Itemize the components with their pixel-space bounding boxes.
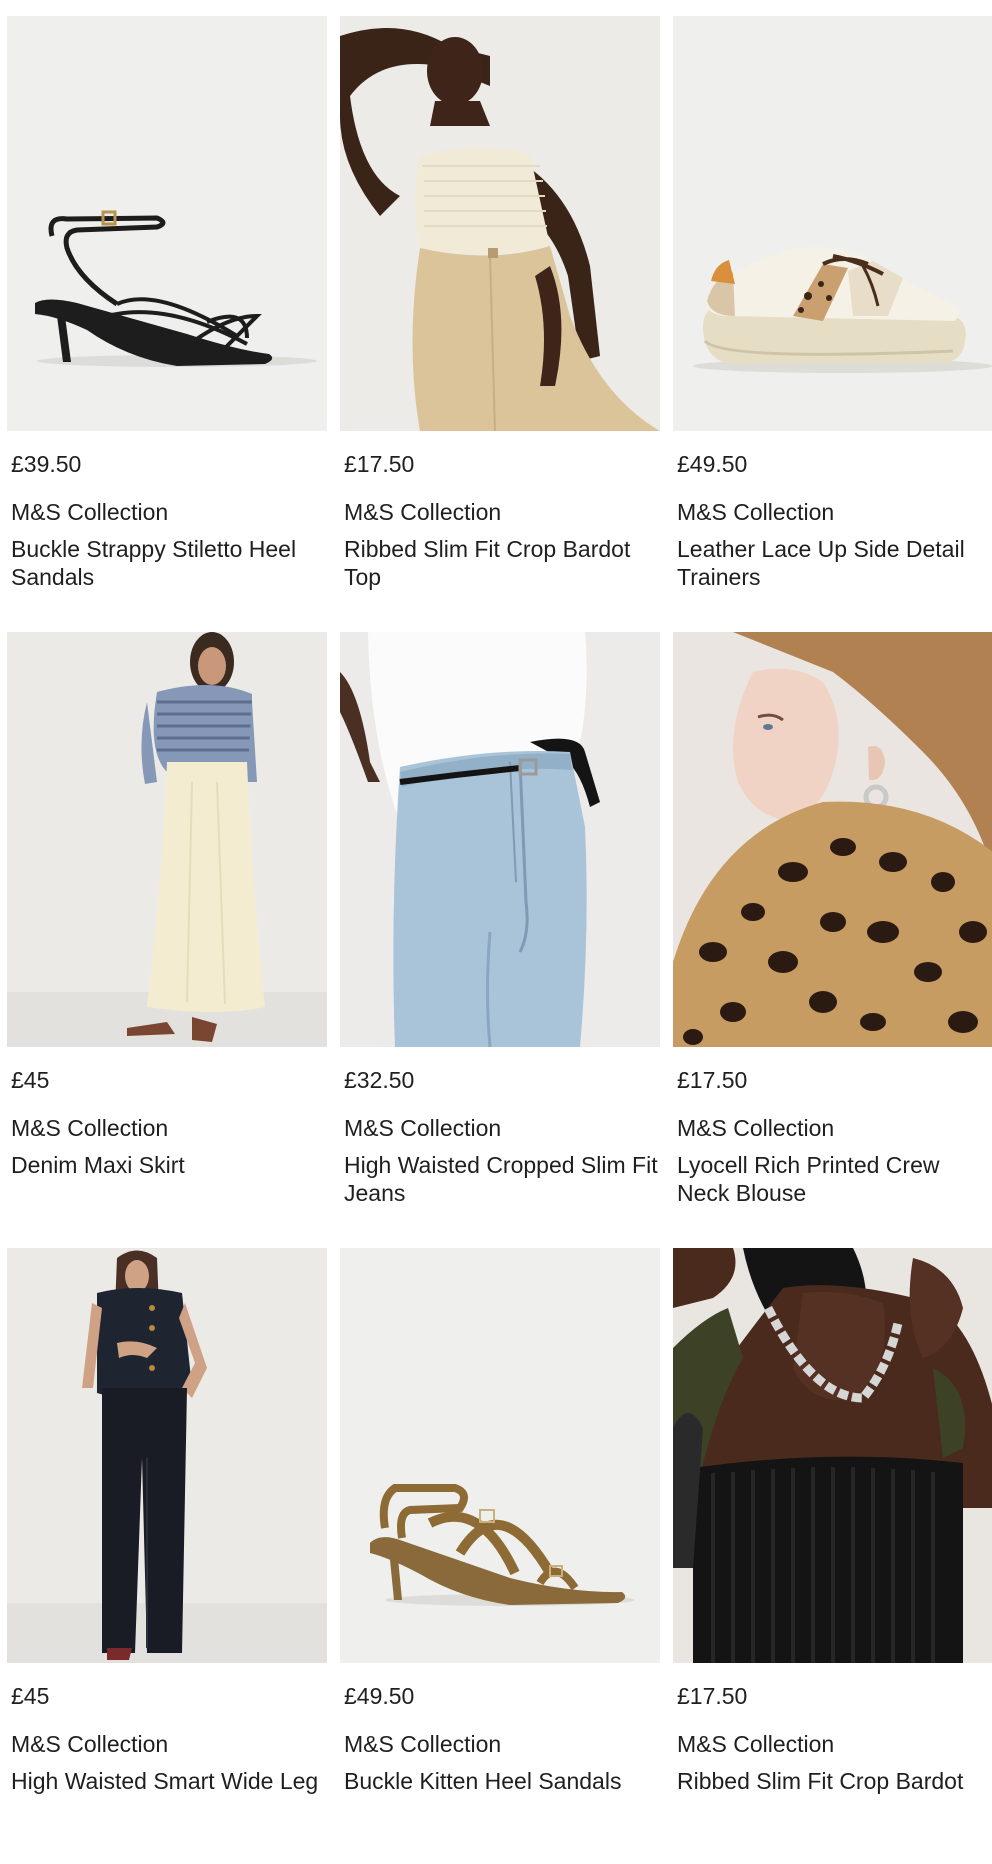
product-card[interactable]: £17.50 M&S Collection Lyocell Rich Print… xyxy=(673,632,992,1248)
product-card[interactable]: £39.50 M&S Collection Buckle Strappy Sti… xyxy=(7,16,327,632)
product-image[interactable] xyxy=(673,1248,992,1663)
product-image[interactable] xyxy=(340,632,660,1047)
product-price: £17.50 xyxy=(677,1067,748,1093)
product-title[interactable]: Leather Lace Up Side Detail Trainers xyxy=(677,535,992,591)
product-image[interactable] xyxy=(340,16,660,431)
product-image[interactable] xyxy=(340,1248,660,1663)
product-brand: M&S Collection xyxy=(677,1731,835,1757)
product-price: £45 xyxy=(11,1067,50,1093)
product-title[interactable]: Ribbed Slim Fit Crop Bardot Top xyxy=(344,535,660,591)
product-brand: M&S Collection xyxy=(11,1731,169,1757)
model-light-blue-jeans-icon xyxy=(340,632,660,1047)
product-price: £32.50 xyxy=(344,1067,415,1093)
model-cream-bardot-top-icon xyxy=(340,16,660,431)
product-card[interactable]: £17.50 M&S Collection Ribbed Slim Fit Cr… xyxy=(340,16,660,632)
model-leopard-blouse-icon xyxy=(673,632,992,1047)
product-title[interactable]: Denim Maxi Skirt xyxy=(11,1151,327,1179)
product-card[interactable]: £49.50 M&S Collection Leather Lace Up Si… xyxy=(673,16,992,632)
product-brand: M&S Collection xyxy=(677,499,835,525)
product-grid: £39.50 M&S Collection Buckle Strappy Sti… xyxy=(7,16,992,1864)
product-brand: M&S Collection xyxy=(344,1115,502,1141)
product-title[interactable]: Lyocell Rich Printed Crew Neck Blouse xyxy=(677,1151,992,1207)
product-title[interactable]: Ribbed Slim Fit Crop Bardot xyxy=(677,1767,963,1795)
product-card[interactable]: £17.50 M&S Collection Ribbed Slim Fit Cr… xyxy=(673,1248,992,1864)
product-image[interactable] xyxy=(7,632,327,1047)
product-image[interactable] xyxy=(673,16,992,431)
product-image[interactable] xyxy=(673,632,992,1047)
product-image[interactable] xyxy=(7,1248,327,1663)
product-image[interactable] xyxy=(7,16,327,431)
product-title[interactable]: Buckle Strappy Stiletto Heel Sandals xyxy=(11,535,327,591)
product-card[interactable]: £49.50 M&S Collection Buckle Kitten Heel… xyxy=(340,1248,660,1864)
product-brand: M&S Collection xyxy=(11,499,169,525)
product-brand: M&S Collection xyxy=(344,499,502,525)
product-card[interactable]: £45 M&S Collection High Waisted Smart Wi… xyxy=(7,1248,327,1864)
cream-leopard-trainer-icon xyxy=(673,16,992,431)
product-card[interactable]: £45 M&S Collection Denim Maxi Skirt xyxy=(7,632,327,1248)
product-brand: M&S Collection xyxy=(11,1115,169,1141)
product-brand: M&S Collection xyxy=(344,1731,502,1757)
model-black-bardot-top-icon xyxy=(673,1248,992,1663)
product-price: £17.50 xyxy=(344,451,415,477)
product-price: £45 xyxy=(11,1683,50,1709)
product-card[interactable]: £32.50 M&S Collection High Waisted Cropp… xyxy=(340,632,660,1248)
black-strappy-sandal-icon xyxy=(7,16,327,431)
product-price: £39.50 xyxy=(11,451,82,477)
model-dark-denim-outfit-icon xyxy=(7,1248,327,1663)
product-title[interactable]: Buckle Kitten Heel Sandals xyxy=(344,1767,621,1795)
product-title[interactable]: High Waisted Smart Wide Leg xyxy=(11,1767,318,1795)
product-brand: M&S Collection xyxy=(677,1115,835,1141)
product-price: £49.50 xyxy=(344,1683,415,1709)
tan-kitten-heel-sandal-icon xyxy=(340,1248,660,1663)
product-price: £17.50 xyxy=(677,1683,748,1709)
product-title[interactable]: High Waisted Cropped Slim Fit Jeans xyxy=(344,1151,660,1207)
product-price: £49.50 xyxy=(677,451,748,477)
model-cream-maxi-skirt-icon xyxy=(7,632,327,1047)
